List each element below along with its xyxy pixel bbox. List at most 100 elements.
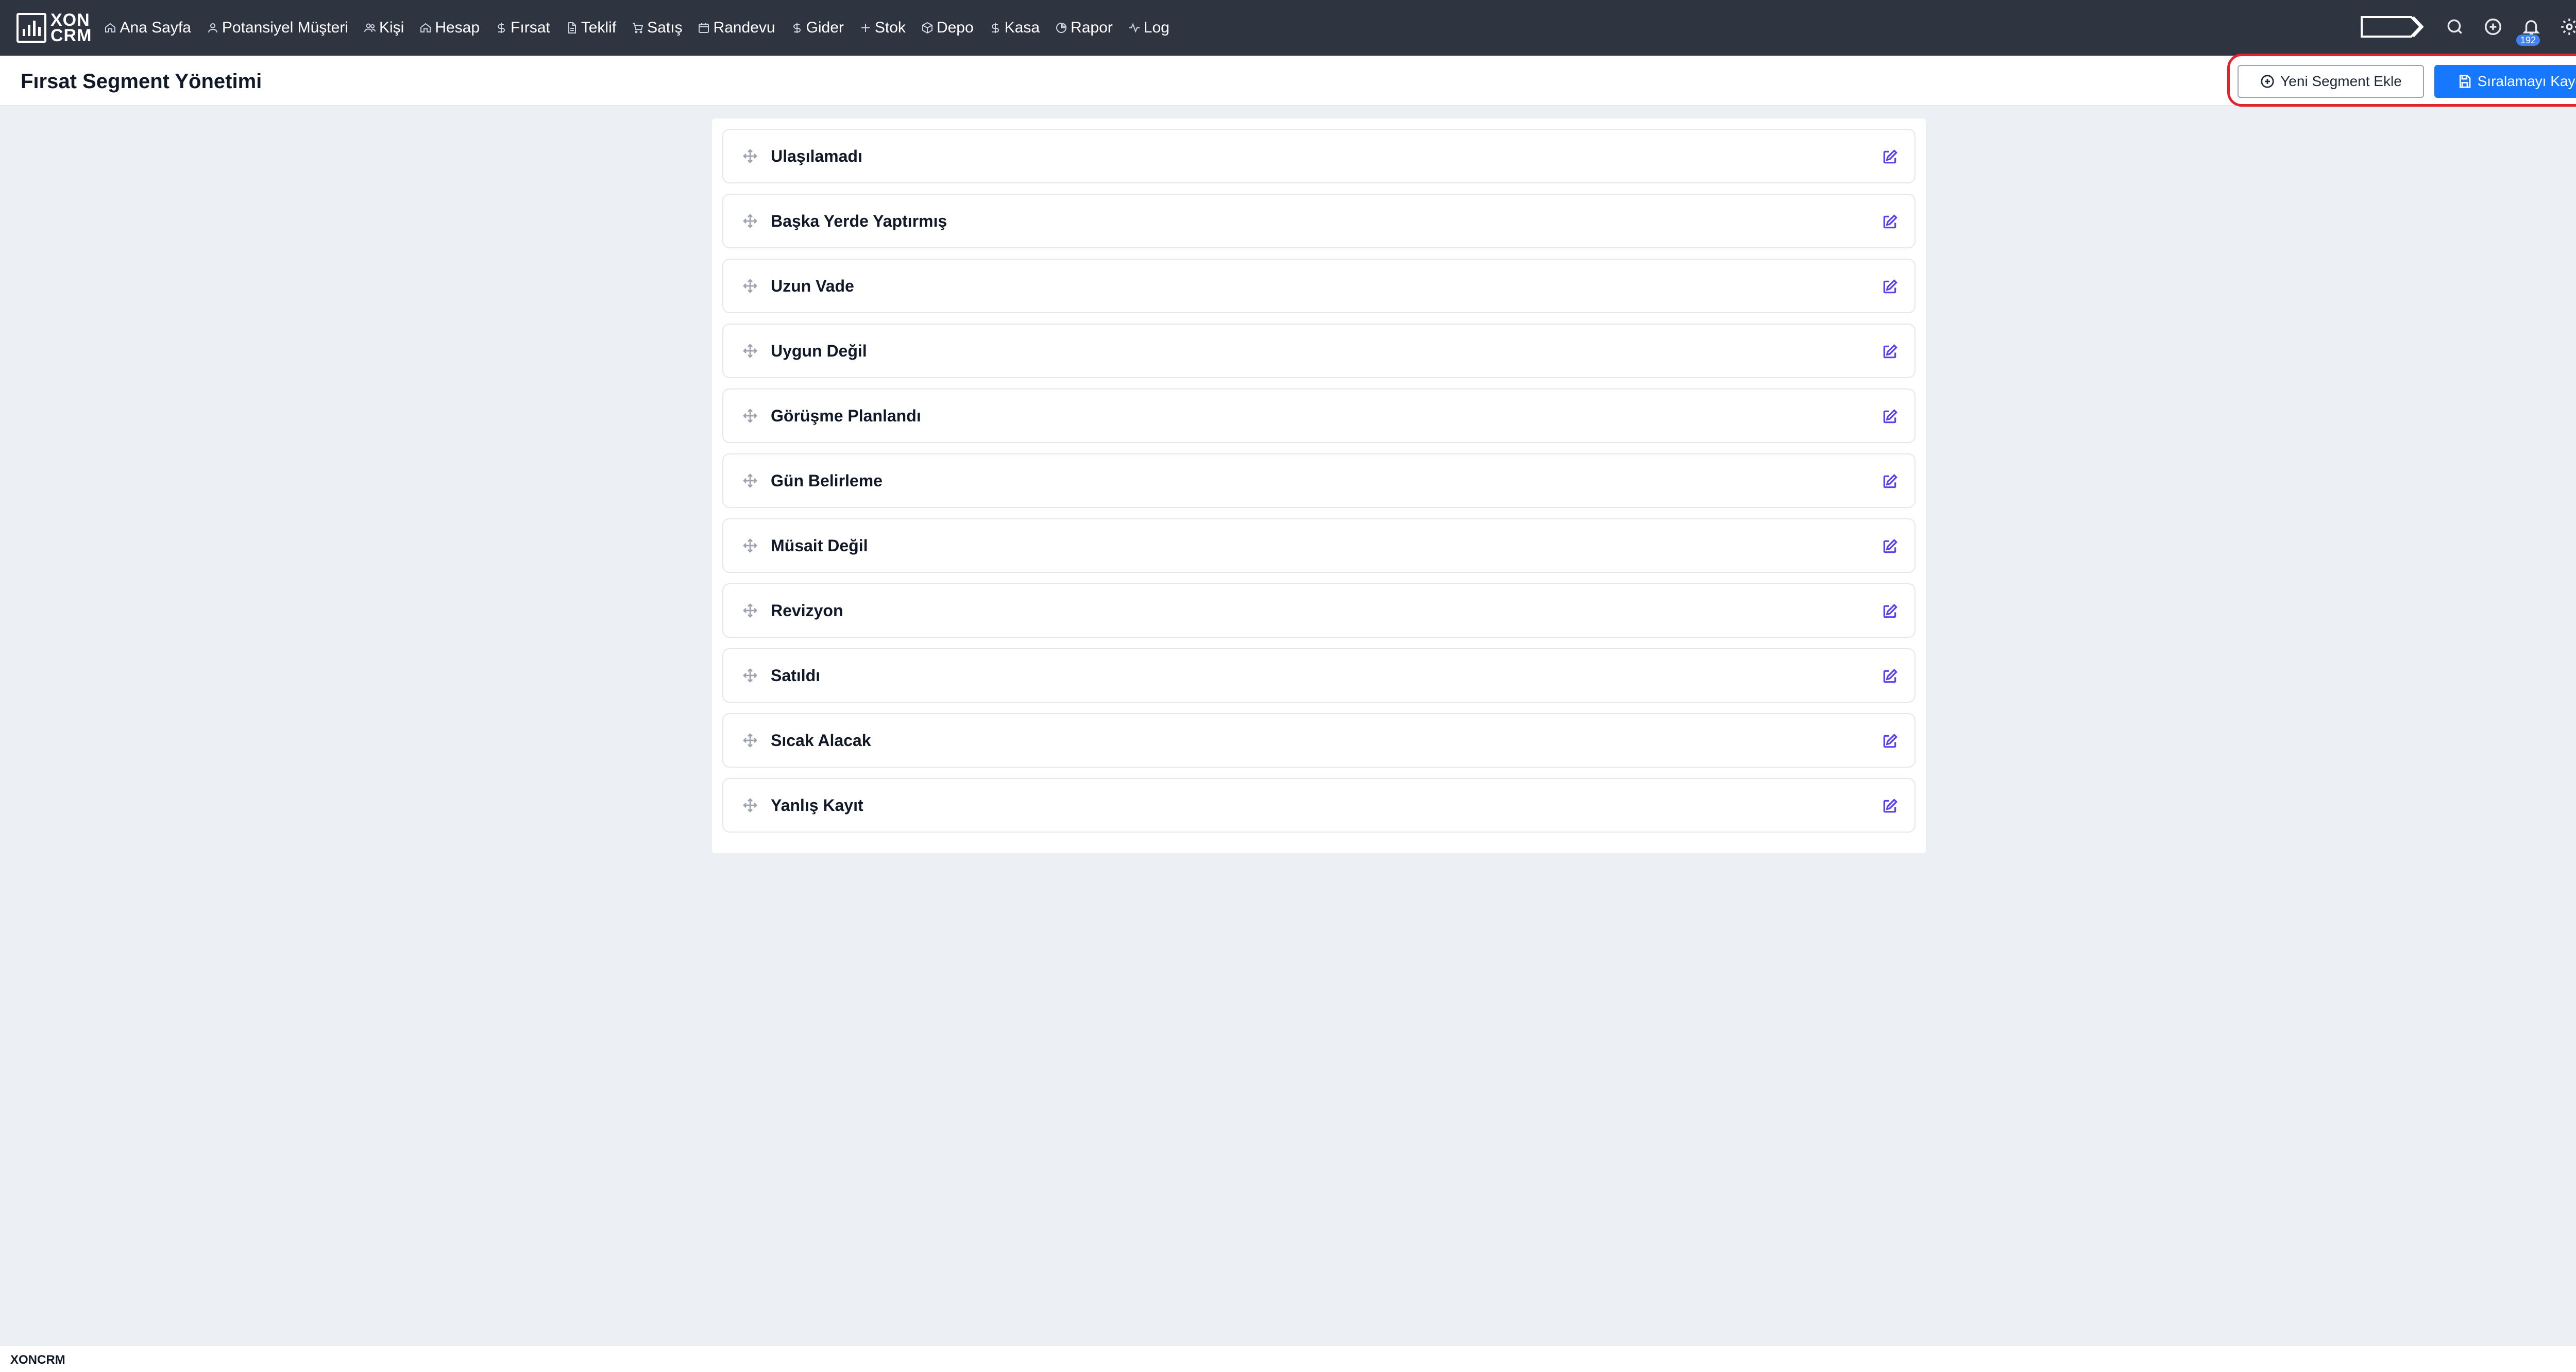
edit-icon xyxy=(1883,214,1897,229)
segment-row[interactable]: Görüşme Planlandı xyxy=(722,388,1916,443)
drag-handle[interactable] xyxy=(742,667,758,684)
save-order-button[interactable]: Sıralamayı Kaydet xyxy=(2434,65,2576,98)
nav-item-label: Depo xyxy=(936,19,974,36)
segment-label: Görüşme Planlandı xyxy=(771,406,921,425)
drag-handle[interactable] xyxy=(742,602,758,619)
edit-segment-button[interactable] xyxy=(1882,279,1898,295)
dollar-icon xyxy=(498,23,505,33)
edit-segment-button[interactable] xyxy=(1882,603,1898,620)
drag-handle[interactable] xyxy=(742,278,758,294)
edit-icon xyxy=(1883,669,1897,683)
nav-item-kisi[interactable]: Kişi xyxy=(364,19,404,37)
edit-icon xyxy=(1883,734,1897,748)
segment-label: Yanlış Kayıt xyxy=(771,795,863,815)
nav-item-label: Kasa xyxy=(1004,19,1040,36)
edit-segment-button[interactable] xyxy=(1882,344,1898,360)
pie-chart-icon xyxy=(1056,22,1067,33)
edit-segment-button[interactable] xyxy=(1882,149,1898,165)
nav-item-gider[interactable]: Gider xyxy=(791,19,844,37)
navbar-actions: 192 xyxy=(2360,0,2576,56)
edit-segment-button[interactable] xyxy=(1882,409,1898,425)
nav-item-firsat[interactable]: Fırsat xyxy=(495,19,550,37)
segment-row[interactable]: Gün Belirleme xyxy=(722,453,1916,508)
segment-row[interactable]: Ulaşılamadı xyxy=(722,129,1916,183)
calendar-icon xyxy=(699,23,709,33)
segment-panel: Ulaşılamadı Başka Yerde Yaptırmış Uzun Vad… xyxy=(712,118,1926,853)
segment-row[interactable]: Sıcak Alacak xyxy=(722,713,1916,768)
gear-icon xyxy=(2561,18,2576,35)
nav-item-log[interactable]: Log xyxy=(1128,19,1170,37)
arrow-chip[interactable] xyxy=(2360,14,2427,42)
edit-segment-button[interactable] xyxy=(1882,214,1898,230)
move-icon xyxy=(743,603,757,618)
nav-item-label: Satış xyxy=(647,19,683,36)
footer-brand: XONCRM xyxy=(10,1353,65,1367)
edit-icon xyxy=(1883,799,1897,813)
nav-item-ana-sayfa[interactable]: Ana Sayfa xyxy=(104,19,191,37)
edit-segment-button[interactable] xyxy=(1882,538,1898,555)
move-icon xyxy=(743,279,757,293)
nav-item-randevu[interactable]: Randevu xyxy=(698,19,775,37)
add-segment-button[interactable]: Yeni Segment Ekle xyxy=(2238,65,2424,98)
edit-segment-button[interactable] xyxy=(1882,668,1898,685)
notifications-button[interactable]: 192 xyxy=(2516,17,2541,46)
edit-segment-button[interactable] xyxy=(1882,798,1898,815)
segment-row[interactable]: Uzun Vade xyxy=(722,259,1916,313)
drag-handle[interactable] xyxy=(742,408,758,424)
segment-row[interactable]: Başka Yerde Yaptırmış xyxy=(722,194,1916,248)
nav-item-satis[interactable]: Satış xyxy=(632,19,682,37)
nav-item-label: Fırsat xyxy=(511,19,550,36)
edit-segment-button[interactable] xyxy=(1882,733,1898,750)
edit-segment-button[interactable] xyxy=(1882,473,1898,490)
move-icon xyxy=(743,473,757,488)
segment-row[interactable]: Revizyon xyxy=(722,583,1916,638)
segment-row[interactable]: Satıldı xyxy=(722,648,1916,703)
segment-label: Gün Belirleme xyxy=(771,471,883,490)
segment-row[interactable]: Müsait Değil xyxy=(722,518,1916,573)
save-order-label: Sıralamayı Kaydet xyxy=(2477,73,2576,89)
segment-label: Revizyon xyxy=(771,601,843,620)
edit-icon xyxy=(1883,604,1897,618)
dollar-icon xyxy=(991,23,999,33)
segment-row[interactable]: Yanlış Kayıt xyxy=(722,778,1916,833)
drag-handle[interactable] xyxy=(742,343,758,359)
drag-handle[interactable] xyxy=(742,148,758,164)
nav-item-label: Hesap xyxy=(435,19,480,36)
nav-item-teklif[interactable]: Teklif xyxy=(566,19,616,37)
search-button[interactable] xyxy=(2445,17,2465,39)
segment-row[interactable]: Uygun Değil xyxy=(722,324,1916,378)
top-navbar: XON CRM Ana Sayfa Potansiyel Müşteri Kiş… xyxy=(0,0,2576,56)
move-icon xyxy=(743,538,757,553)
drag-handle[interactable] xyxy=(742,797,758,814)
add-segment-label: Yeni Segment Ekle xyxy=(2280,73,2402,89)
nav-item-hesap[interactable]: Hesap xyxy=(419,19,480,37)
nav-item-rapor[interactable]: Rapor xyxy=(1055,19,1113,37)
home-icon xyxy=(420,23,431,32)
nav-item-label: Teklif xyxy=(581,19,617,36)
logo-text-line2: CRM xyxy=(50,26,92,45)
drag-handle[interactable] xyxy=(742,537,758,554)
move-icon xyxy=(743,409,757,423)
drag-handle[interactable] xyxy=(742,472,758,489)
move-icon xyxy=(743,798,757,812)
drag-handle[interactable] xyxy=(742,732,758,749)
nav-item-stok[interactable]: Stok xyxy=(859,19,906,37)
nav-item-depo[interactable]: Depo xyxy=(921,19,974,37)
plus-circle-icon xyxy=(2485,18,2501,35)
nav-item-potansiyel-musteri[interactable]: Potansiyel Müşteri xyxy=(207,19,348,37)
settings-button[interactable] xyxy=(2560,17,2576,39)
users-icon xyxy=(364,23,376,32)
app-logo[interactable]: XON CRM xyxy=(16,0,92,56)
nav-item-label: Log xyxy=(1143,19,1170,36)
segment-label: Sıcak Alacak xyxy=(771,731,871,750)
nav-item-label: Kişi xyxy=(379,19,404,36)
page-title: Fırsat Segment Yönetimi xyxy=(21,70,262,93)
dollar-icon xyxy=(793,23,801,33)
segment-label: Satıldı xyxy=(771,666,821,685)
nav-item-kasa[interactable]: Kasa xyxy=(989,19,1040,37)
edit-icon xyxy=(1883,539,1897,553)
quick-add-button[interactable] xyxy=(2483,17,2503,39)
drag-handle[interactable] xyxy=(742,213,758,229)
cart-icon xyxy=(633,23,643,33)
plus-circle-icon xyxy=(2261,75,2274,88)
